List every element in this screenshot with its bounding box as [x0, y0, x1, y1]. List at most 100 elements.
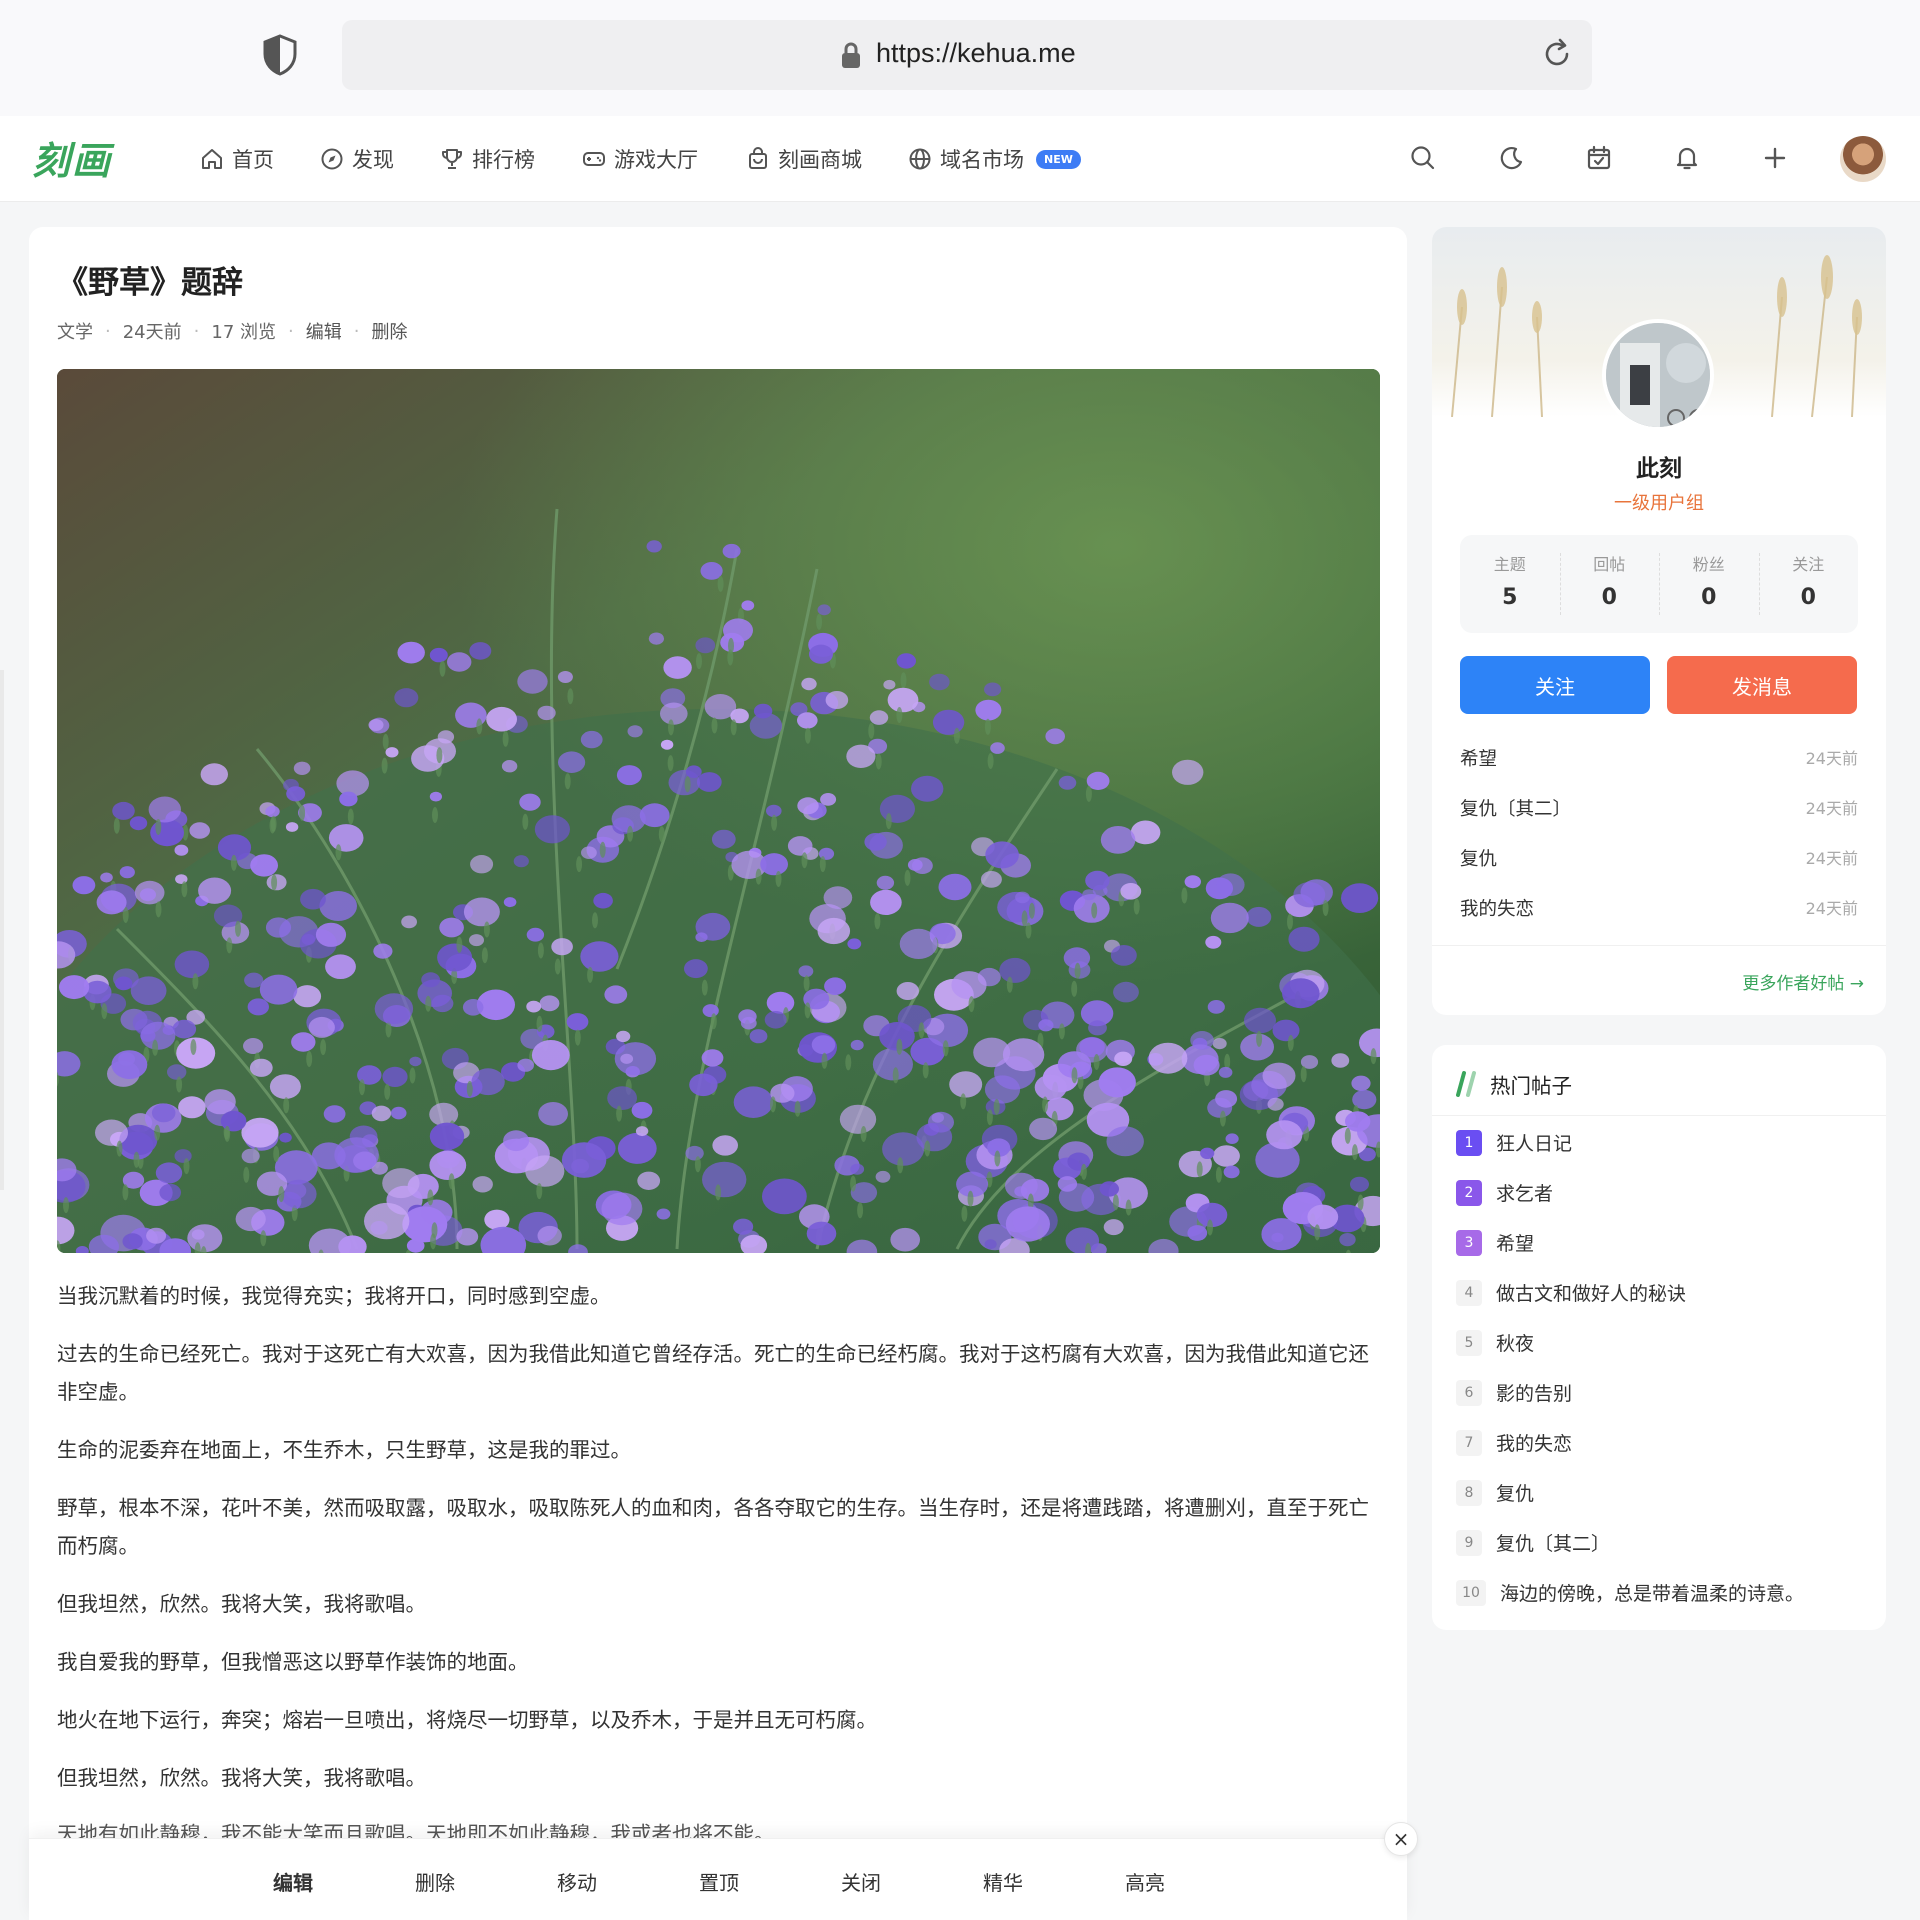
flower-blossom: [385, 747, 399, 758]
hot-post-item[interactable]: 2 求乞者: [1456, 1179, 1553, 1206]
flower-blossom: [631, 1101, 653, 1119]
flower-blossom: [1350, 1176, 1369, 1192]
article-category[interactable]: 文学: [57, 318, 93, 344]
author-post-item[interactable]: 复仇 24天前: [1460, 845, 1858, 871]
flower-leaf: [425, 995, 432, 1012]
flower-blossom: [323, 1105, 346, 1123]
toolbar-delete-button[interactable]: 删除: [415, 1867, 455, 1896]
hot-post-item[interactable]: 9 复仇〔其二〕: [1456, 1529, 1610, 1556]
nav-discover[interactable]: 发现: [320, 144, 394, 174]
hot-post-item[interactable]: 4 做古文和做好人的秘诀: [1456, 1279, 1686, 1306]
toolbar-pin-button[interactable]: 置顶: [699, 1867, 739, 1896]
flower-leaf: [554, 958, 561, 975]
flower-blossom: [797, 797, 819, 815]
flower-blossom: [537, 705, 556, 721]
flower-blossom: [394, 688, 419, 708]
flower-leaf: [801, 852, 808, 869]
author-post-item[interactable]: 复仇〔其二〕 24天前: [1460, 795, 1858, 821]
flower-blossom: [334, 1137, 379, 1173]
author-post-title: 复仇〔其二〕: [1460, 799, 1572, 820]
nav-domain-market[interactable]: 域名市场 NEW: [908, 144, 1081, 174]
flower-blossom: [660, 702, 688, 725]
more-author-posts-link[interactable]: 更多作者好帖 →: [1742, 969, 1864, 994]
address-bar[interactable]: https://kehua.me: [342, 20, 1592, 90]
follow-button[interactable]: 关注: [1460, 656, 1650, 714]
nav-shop[interactable]: 刻画商城: [746, 144, 862, 174]
flower-blossom: [899, 928, 938, 960]
flower-blossom: [660, 739, 674, 750]
flower-leaf: [1112, 1194, 1119, 1211]
flower-blossom: [733, 1218, 754, 1235]
meta-separator: ·: [105, 320, 111, 342]
flower-blossom: [286, 786, 306, 802]
send-message-button[interactable]: 发消息: [1667, 656, 1857, 714]
hot-post-item[interactable]: 7 我的失恋: [1456, 1429, 1572, 1456]
toolbar-edit-button[interactable]: 编辑: [273, 1867, 313, 1896]
search-icon[interactable]: [1408, 143, 1438, 173]
article-delete-link[interactable]: 删除: [371, 318, 407, 344]
hot-post-item[interactable]: 5 秋夜: [1456, 1329, 1534, 1356]
toolbar-close-button[interactable]: 关闭: [841, 1867, 881, 1896]
hot-post-item[interactable]: 1 狂人日记: [1456, 1129, 1572, 1156]
rank-badge: 2: [1456, 1179, 1482, 1206]
flower-blossom: [429, 791, 442, 802]
nav-ranking[interactable]: 排行榜: [440, 144, 535, 174]
nav-home[interactable]: 首页: [200, 144, 274, 174]
flower-leaf: [874, 913, 881, 930]
user-avatar[interactable]: [1840, 136, 1886, 182]
hot-post-item[interactable]: 10 海边的傍晚，总是带着温柔的诗意。: [1456, 1579, 1804, 1606]
shield-icon[interactable]: [262, 34, 298, 76]
hot-post-item[interactable]: 6 影的告别: [1456, 1379, 1572, 1406]
article-edit-link[interactable]: 编辑: [306, 318, 342, 344]
author-post-item[interactable]: 我的失恋 24天前: [1460, 895, 1858, 921]
stat-topics[interactable]: 主题 5: [1460, 535, 1560, 633]
flower-blossom: [293, 985, 322, 1008]
flower-leaf: [1181, 887, 1188, 904]
flower-blossom: [695, 637, 716, 654]
toolbar-move-button[interactable]: 移动: [557, 1867, 597, 1896]
flower-leaf: [599, 841, 606, 858]
stat-replies[interactable]: 回帖 0: [1559, 535, 1660, 633]
flower-leaf: [1025, 922, 1032, 939]
hot-post-title: 做古文和做好人的秘诀: [1496, 1283, 1687, 1305]
toolbar-featured-button[interactable]: 精华: [983, 1867, 1023, 1896]
bell-icon[interactable]: [1672, 143, 1702, 173]
plus-icon[interactable]: [1760, 143, 1790, 173]
flower-blossom: [1341, 883, 1379, 913]
author-post-item[interactable]: 希望 24天前: [1460, 745, 1858, 771]
flower-leaf: [431, 1222, 438, 1239]
flower-blossom: [1015, 891, 1030, 904]
flower-leaf: [230, 854, 237, 871]
hot-post-item[interactable]: 8 复仇: [1456, 1479, 1534, 1506]
author-post-title: 我的失恋: [1460, 899, 1535, 920]
flower-leaf: [755, 868, 762, 885]
flower-blossom: [869, 710, 889, 725]
site-logo[interactable]: 刻画: [32, 130, 112, 185]
stat-followers[interactable]: 粉丝 0: [1659, 535, 1759, 633]
stat-label: 关注: [1792, 555, 1825, 574]
flower-leaf: [728, 637, 734, 654]
toolbar-dismiss-button[interactable]: ×: [1384, 1822, 1418, 1856]
flower-leaf: [953, 727, 960, 744]
nav-games[interactable]: 游戏大厅: [582, 144, 698, 174]
flower-blossom: [999, 957, 1031, 983]
divider: [1432, 1115, 1886, 1116]
reload-icon[interactable]: [1540, 37, 1574, 71]
flower-blossom: [339, 791, 358, 807]
flower-leaf: [845, 1054, 852, 1071]
flower-blossom: [798, 965, 814, 978]
author-name[interactable]: 此刻: [1432, 449, 1886, 483]
flower-blossom: [315, 922, 347, 947]
toolbar-highlight-button[interactable]: 高亮: [1125, 1867, 1165, 1896]
stat-following[interactable]: 关注 0: [1758, 535, 1859, 633]
flower-blossom: [711, 829, 736, 849]
flower-blossom: [616, 1030, 631, 1043]
moon-icon[interactable]: [1496, 143, 1526, 173]
author-avatar[interactable]: [1602, 319, 1714, 431]
rank-badge: 9: [1456, 1529, 1482, 1556]
calendar-check-icon[interactable]: [1584, 143, 1614, 173]
flower-blossom: [646, 540, 662, 553]
flower-leaf: [717, 575, 724, 592]
hot-post-item[interactable]: 3 希望: [1456, 1229, 1534, 1256]
flower-blossom: [1085, 870, 1110, 891]
